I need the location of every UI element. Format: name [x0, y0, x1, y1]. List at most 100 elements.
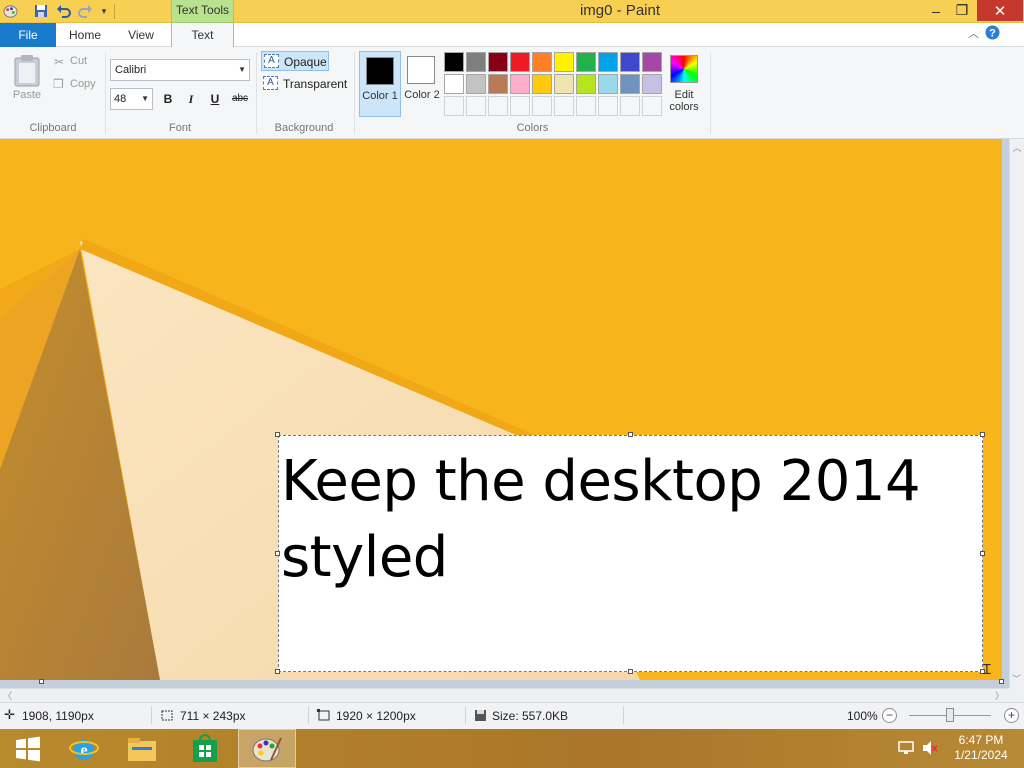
palette-swatch[interactable]: [466, 96, 486, 116]
chevron-down-icon: ▼: [141, 94, 149, 103]
resize-handle[interactable]: [628, 432, 633, 437]
horizontal-scrollbar[interactable]: [0, 688, 1009, 702]
palette-swatch[interactable]: [488, 74, 508, 94]
palette-swatch[interactable]: [620, 96, 640, 116]
help-icon[interactable]: ?: [985, 25, 1001, 41]
italic-button[interactable]: I: [183, 91, 199, 107]
edit-colors-button[interactable]: Edit colors: [667, 53, 701, 117]
store-button[interactable]: [177, 729, 233, 768]
palette-swatch[interactable]: [532, 52, 552, 72]
opaque-button[interactable]: A Opaque: [261, 51, 329, 71]
svg-text:e: e: [80, 742, 87, 759]
palette-swatch[interactable]: [510, 52, 530, 72]
palette-swatch[interactable]: [554, 52, 574, 72]
zoom-out-button[interactable]: −: [882, 708, 897, 723]
palette-swatch[interactable]: [598, 96, 618, 116]
palette-swatch[interactable]: [510, 74, 530, 94]
palette-swatch[interactable]: [642, 74, 662, 94]
scroll-left-icon[interactable]: 〈: [3, 689, 12, 702]
paint-taskbar-button[interactable]: [238, 729, 296, 768]
paint-app-icon[interactable]: [2, 3, 18, 19]
palette-swatch[interactable]: [444, 74, 464, 94]
copy-icon: ❐: [53, 77, 64, 91]
disk-icon: [474, 709, 487, 725]
palette-swatch[interactable]: [576, 96, 596, 116]
palette-swatch[interactable]: [466, 74, 486, 94]
canvas-resize-handle[interactable]: [39, 679, 44, 684]
palette-swatch[interactable]: [510, 96, 530, 116]
minimize-ribbon-icon[interactable]: ︿: [968, 25, 979, 41]
font-size-dropdown[interactable]: 48 ▼: [110, 88, 153, 110]
palette-swatch[interactable]: [488, 96, 508, 116]
svg-text:?: ?: [989, 28, 996, 40]
internet-explorer-button[interactable]: e: [56, 729, 112, 768]
resize-handle[interactable]: [275, 669, 280, 674]
colors-group-label: Colors: [516, 122, 549, 134]
palette-swatch[interactable]: [576, 74, 596, 94]
tab-file[interactable]: File: [0, 23, 56, 47]
palette-swatch[interactable]: [554, 96, 574, 116]
selection-size: 711 × 243px: [180, 709, 246, 723]
paste-button[interactable]: Paste: [9, 89, 45, 101]
color2-swatch: [407, 56, 435, 84]
scroll-up-icon[interactable]: ︿: [1010, 141, 1024, 154]
status-separator: [465, 706, 466, 724]
save-icon[interactable]: [33, 3, 49, 19]
color2-button[interactable]: Color 2: [401, 51, 443, 117]
copy-button[interactable]: Copy: [70, 78, 96, 90]
cut-button[interactable]: Cut: [70, 55, 87, 67]
resize-handle[interactable]: [275, 432, 280, 437]
text-cursor-icon: Ɪ: [983, 661, 991, 677]
network-icon[interactable]: [897, 740, 915, 756]
bold-button[interactable]: B: [160, 91, 176, 107]
redo-icon[interactable]: [77, 3, 93, 19]
palette-swatch[interactable]: [488, 52, 508, 72]
text-box[interactable]: Keep the desktop 2014 styled: [278, 435, 983, 672]
zoom-in-button[interactable]: +: [1004, 708, 1019, 723]
resize-handle[interactable]: [628, 669, 633, 674]
paint-palette-icon: [252, 737, 282, 761]
volume-muted-icon[interactable]: [921, 740, 939, 756]
internet-explorer-icon: e: [69, 739, 99, 760]
cursor-position-icon: ✛: [4, 707, 15, 722]
palette-swatch[interactable]: [598, 52, 618, 72]
scroll-down-icon[interactable]: ﹀: [1010, 672, 1023, 685]
zoom-slider-thumb[interactable]: [946, 708, 954, 722]
palette-swatch[interactable]: [554, 74, 574, 94]
underline-button[interactable]: U: [207, 91, 223, 107]
color1-button[interactable]: Color 1: [359, 51, 401, 117]
palette-swatch[interactable]: [642, 52, 662, 72]
tab-view[interactable]: View: [114, 23, 168, 47]
font-family-dropdown[interactable]: Calibri ▼: [110, 59, 250, 81]
transparent-button[interactable]: A Transparent: [261, 74, 351, 94]
start-button[interactable]: [0, 729, 56, 768]
image-size: 1920 × 1200px: [336, 709, 416, 723]
resize-handle[interactable]: [275, 551, 280, 556]
strikethrough-button[interactable]: abc: [229, 91, 251, 107]
taskbar-clock[interactable]: 6:47 PM 1/21/2024: [946, 733, 1016, 763]
tab-text[interactable]: Text: [171, 22, 234, 48]
undo-icon[interactable]: [55, 3, 71, 19]
palette-swatch[interactable]: [576, 52, 596, 72]
palette-swatch[interactable]: [532, 96, 552, 116]
palette-swatch[interactable]: [620, 52, 640, 72]
palette-swatch[interactable]: [466, 52, 486, 72]
palette-swatch[interactable]: [444, 96, 464, 116]
palette-swatch[interactable]: [620, 74, 640, 94]
palette-swatch[interactable]: [598, 74, 618, 94]
text-box-content[interactable]: Keep the desktop 2014 styled: [281, 444, 971, 596]
scroll-right-icon[interactable]: 〉: [995, 689, 1004, 702]
customize-quick-access-icon[interactable]: ▾: [96, 3, 112, 19]
palette-swatch[interactable]: [642, 96, 662, 116]
file-explorer-button[interactable]: [114, 729, 170, 768]
palette-swatch[interactable]: [444, 52, 464, 72]
vertical-scrollbar[interactable]: ︿: [1009, 139, 1024, 688]
resize-handle[interactable]: [980, 551, 985, 556]
chevron-down-icon: ▼: [238, 65, 246, 74]
resize-handle[interactable]: [980, 432, 985, 437]
group-separator: [256, 52, 257, 134]
palette-swatch[interactable]: [532, 74, 552, 94]
canvas-resize-handle[interactable]: [999, 679, 1004, 684]
tab-home[interactable]: Home: [58, 23, 112, 47]
close-button[interactable]: ✕: [977, 0, 1023, 21]
